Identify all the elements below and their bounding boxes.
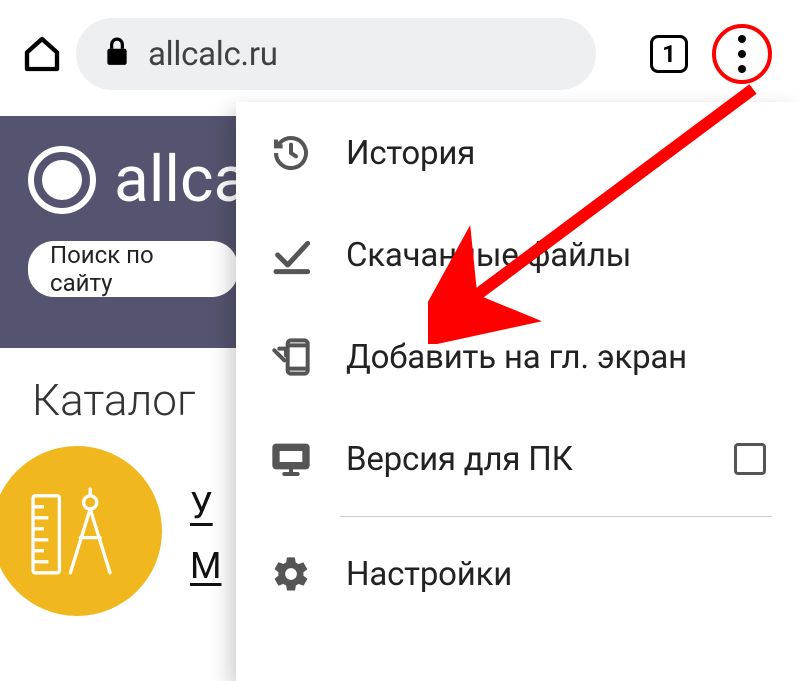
search-placeholder: Поиск по сайту bbox=[50, 241, 216, 297]
add-to-homescreen-icon bbox=[270, 336, 312, 378]
catalog-link-line1: У bbox=[190, 485, 221, 527]
menu-item-desktop-site[interactable]: Версия для ПК bbox=[236, 408, 800, 510]
ruler-compass-icon bbox=[0, 446, 162, 616]
menu-item-label: Настройки bbox=[346, 555, 512, 594]
address-bar[interactable]: allcalc.ru bbox=[76, 18, 596, 90]
tab-count-label: 1 bbox=[662, 42, 676, 66]
toolbar-right: 1 bbox=[650, 24, 772, 84]
desktop-site-checkbox[interactable] bbox=[734, 443, 766, 475]
url-text: allcalc.ru bbox=[148, 35, 278, 74]
browser-dropdown-menu: История Скачанные файлы Добавить на гл. … bbox=[236, 102, 800, 681]
menu-item-add-to-homescreen[interactable]: Добавить на гл. экран bbox=[236, 306, 800, 408]
menu-item-settings[interactable]: Настройки bbox=[236, 523, 800, 625]
menu-item-label: Скачанные файлы bbox=[346, 236, 631, 275]
menu-item-label: История bbox=[346, 134, 475, 173]
home-icon[interactable] bbox=[22, 34, 62, 74]
site-logo bbox=[28, 146, 96, 214]
more-vertical-icon bbox=[738, 35, 746, 73]
tab-count-button[interactable]: 1 bbox=[650, 35, 688, 73]
history-icon bbox=[270, 132, 312, 174]
site-name: allca bbox=[114, 142, 248, 217]
menu-item-history[interactable]: История bbox=[236, 102, 800, 204]
search-input[interactable]: Поиск по сайту bbox=[28, 241, 238, 297]
lock-icon bbox=[104, 37, 130, 71]
download-done-icon bbox=[270, 234, 312, 276]
catalog-link-text[interactable]: У М bbox=[190, 485, 221, 587]
more-menu-button[interactable] bbox=[712, 24, 772, 84]
menu-divider bbox=[340, 516, 772, 517]
desktop-icon bbox=[270, 438, 312, 480]
gear-icon bbox=[270, 553, 312, 595]
menu-item-label: Добавить на гл. экран bbox=[346, 338, 687, 377]
menu-item-label: Версия для ПК bbox=[346, 440, 573, 479]
menu-item-downloads[interactable]: Скачанные файлы bbox=[236, 204, 800, 306]
catalog-link-line2: М bbox=[190, 545, 221, 587]
browser-toolbar: allcalc.ru 1 bbox=[0, 0, 800, 104]
